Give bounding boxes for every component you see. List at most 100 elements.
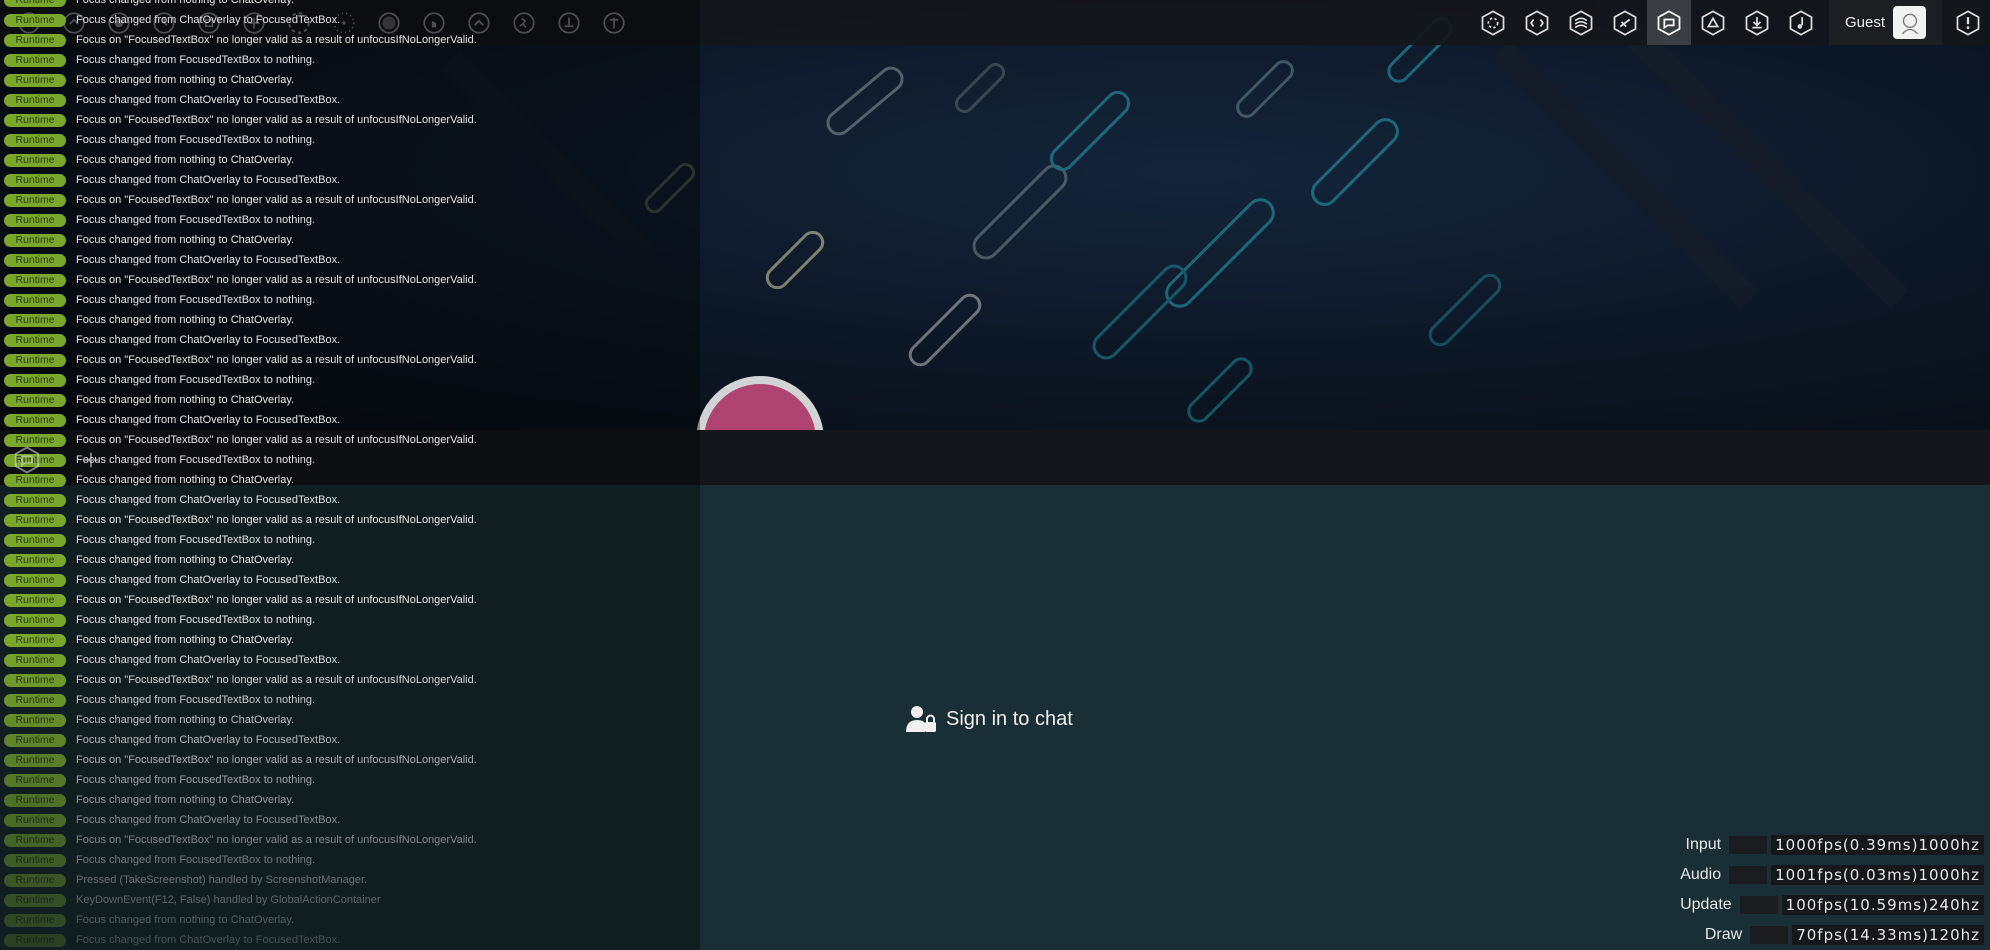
log-message: Focus changed from FocusedTextBox to not…: [76, 134, 316, 146]
log-row: Runtime Focus changed from ChatOverlay to…: [0, 810, 340, 830]
log-badge: Runtime: [4, 273, 66, 287]
user-button[interactable]: Guest: [1828, 0, 1942, 45]
fps-graph: [1750, 926, 1789, 944]
log-row: Runtime Focus changed from nothing to Cha…: [0, 550, 294, 570]
add-channel-icon[interactable]: [74, 443, 108, 477]
signin-to-chat-button[interactable]: Sign in to chat: [906, 705, 1073, 733]
log-row: Runtime Focus on "FocusedTextBox" no long…: [0, 110, 477, 130]
log-message: Focus changed from nothing to ChatOverla…: [76, 74, 295, 86]
log-message: Focus changed from ChatOverlay to Focuse…: [76, 414, 341, 426]
log-row: Runtime Focus changed from ChatOverlay to…: [0, 730, 340, 750]
log-badge: Runtime: [4, 913, 66, 927]
log-row: Runtime Focus changed from nothing to Cha…: [0, 630, 294, 650]
fps-value: 1001fps(0.03ms)1000hz: [1771, 865, 1984, 885]
download-icon[interactable]: [1735, 0, 1779, 45]
triangle-icon[interactable]: [1691, 0, 1735, 45]
log-row: Runtime Focus changed from FocusedTextBox…: [0, 850, 315, 870]
log-message: Focus changed from FocusedTextBox to not…: [76, 534, 316, 546]
log-message: Focus changed from nothing to ChatOverla…: [76, 714, 295, 726]
log-badge: Runtime: [4, 593, 66, 607]
log-badge: Runtime: [4, 253, 66, 267]
fps-label: Audio: [1680, 866, 1722, 883]
user-lock-icon: [906, 706, 936, 732]
log-badge: Runtime: [4, 773, 66, 787]
log-message: Focus changed from FocusedTextBox to not…: [76, 774, 316, 786]
avatar: [1893, 6, 1926, 39]
fps-counters: Input 1000fps(0.39ms)1000hz Audio 1001fps(0…: [1661, 830, 1984, 950]
log-badge: Runtime: [4, 393, 66, 407]
log-message: Focus changed from nothing to ChatOverla…: [76, 234, 295, 246]
log-message: Focus changed from nothing to ChatOverla…: [76, 0, 295, 6]
log-row: Runtime Focus on "FocusedTextBox" no long…: [0, 270, 477, 290]
log-message: Focus changed from ChatOverlay to Focuse…: [76, 734, 341, 746]
log-badge: Runtime: [4, 633, 66, 647]
log-badge: Runtime: [4, 73, 66, 87]
log-message: Focus changed from ChatOverlay to Focuse…: [76, 334, 341, 346]
chat-icon[interactable]: [1646, 0, 1691, 45]
log-message: Focus changed from ChatOverlay to Focuse…: [76, 814, 341, 826]
log-badge: Runtime: [4, 33, 66, 47]
log-message: Focus changed from nothing to ChatOverla…: [76, 474, 295, 486]
catch-icon[interactable]: [1559, 0, 1603, 45]
log-message: Focus changed from ChatOverlay to Focuse…: [76, 254, 341, 266]
log-message: Focus changed from FocusedTextBox to not…: [76, 694, 316, 706]
log-badge: Runtime: [4, 333, 66, 347]
log-badge: Runtime: [4, 113, 66, 127]
osu-mode-icon[interactable]: [1471, 0, 1515, 45]
log-message: Focus changed from nothing to ChatOverla…: [76, 914, 295, 926]
log-row: Runtime Focus on "FocusedTextBox" no long…: [0, 190, 477, 210]
log-row: Runtime Focus changed from ChatOverlay to…: [0, 490, 340, 510]
log-badge: Runtime: [4, 733, 66, 747]
log-message: Focus changed from FocusedTextBox to not…: [76, 854, 316, 866]
log-row: Runtime Focus changed from nothing to Cha…: [0, 230, 294, 250]
log-badge: Runtime: [4, 173, 66, 187]
log-badge: Runtime: [4, 893, 66, 907]
toolbar-right: Guest: [1471, 0, 1990, 45]
log-message: Focus on "FocusedTextBox" no longer vali…: [76, 754, 477, 766]
log-badge: Runtime: [4, 673, 66, 687]
log-badge: Runtime: [4, 353, 66, 367]
log-row: Runtime Focus changed from FocusedTextBox…: [0, 610, 315, 630]
fps-graph: [1729, 866, 1768, 884]
log-message: Focus changed from ChatOverlay to Focuse…: [76, 494, 341, 506]
log-badge: Runtime: [4, 613, 66, 627]
log-badge: Runtime: [4, 513, 66, 527]
log-row: Runtime Focus on "FocusedTextBox" no long…: [0, 30, 477, 50]
log-badge: Runtime: [4, 213, 66, 227]
note-icon[interactable]: [1779, 0, 1823, 45]
log-badge: Runtime: [4, 693, 66, 707]
notification-icon[interactable]: [1946, 0, 1990, 45]
log-message: KeyDownEvent(F12, False) handled by Glob…: [76, 894, 381, 906]
log-row: Runtime Focus on "FocusedTextBox" no long…: [0, 510, 477, 530]
log-row: Runtime Focus changed from FocusedTextBox…: [0, 770, 315, 790]
fps-label: Input: [1685, 836, 1722, 853]
log-message: Focus on "FocusedTextBox" no longer vali…: [76, 434, 477, 446]
log-badge: Runtime: [4, 193, 66, 207]
fps-graph: [1739, 896, 1778, 914]
log-badge: Runtime: [4, 413, 66, 427]
log-message: Focus changed from FocusedTextBox to not…: [76, 294, 316, 306]
log-badge: Runtime: [4, 133, 66, 147]
user-name: Guest: [1844, 14, 1885, 31]
channel-list-icon[interactable]: [10, 443, 44, 477]
log-badge: Runtime: [4, 713, 66, 727]
log-row: Runtime Focus changed from FocusedTextBox…: [0, 130, 315, 150]
log-row: Runtime Focus changed from ChatOverlay to…: [0, 410, 340, 430]
fps-label: Draw: [1704, 926, 1743, 943]
log-message: Focus on "FocusedTextBox" no longer vali…: [76, 674, 477, 686]
log-message: Focus on "FocusedTextBox" no longer vali…: [76, 114, 477, 126]
mania-icon[interactable]: [1603, 0, 1647, 45]
fps-value: 100fps(10.59ms)240hz: [1781, 895, 1984, 915]
log-message: Focus changed from FocusedTextBox to not…: [76, 214, 316, 226]
log-badge: Runtime: [4, 533, 66, 547]
fps-row: Update 100fps(10.59ms)240hz: [1661, 890, 1984, 920]
log-badge: Runtime: [4, 293, 66, 307]
log-row: Runtime Focus changed from ChatOverlay to…: [0, 330, 340, 350]
log-badge: Runtime: [4, 93, 66, 107]
log-row: Runtime Focus changed from FocusedTextBox…: [0, 50, 315, 70]
taiko-icon[interactable]: [1515, 0, 1559, 45]
log-row: Runtime Focus on "FocusedTextBox" no long…: [0, 350, 477, 370]
log-badge: Runtime: [4, 933, 66, 947]
log-message: Focus changed from nothing to ChatOverla…: [76, 634, 295, 646]
log-badge: Runtime: [4, 653, 66, 667]
